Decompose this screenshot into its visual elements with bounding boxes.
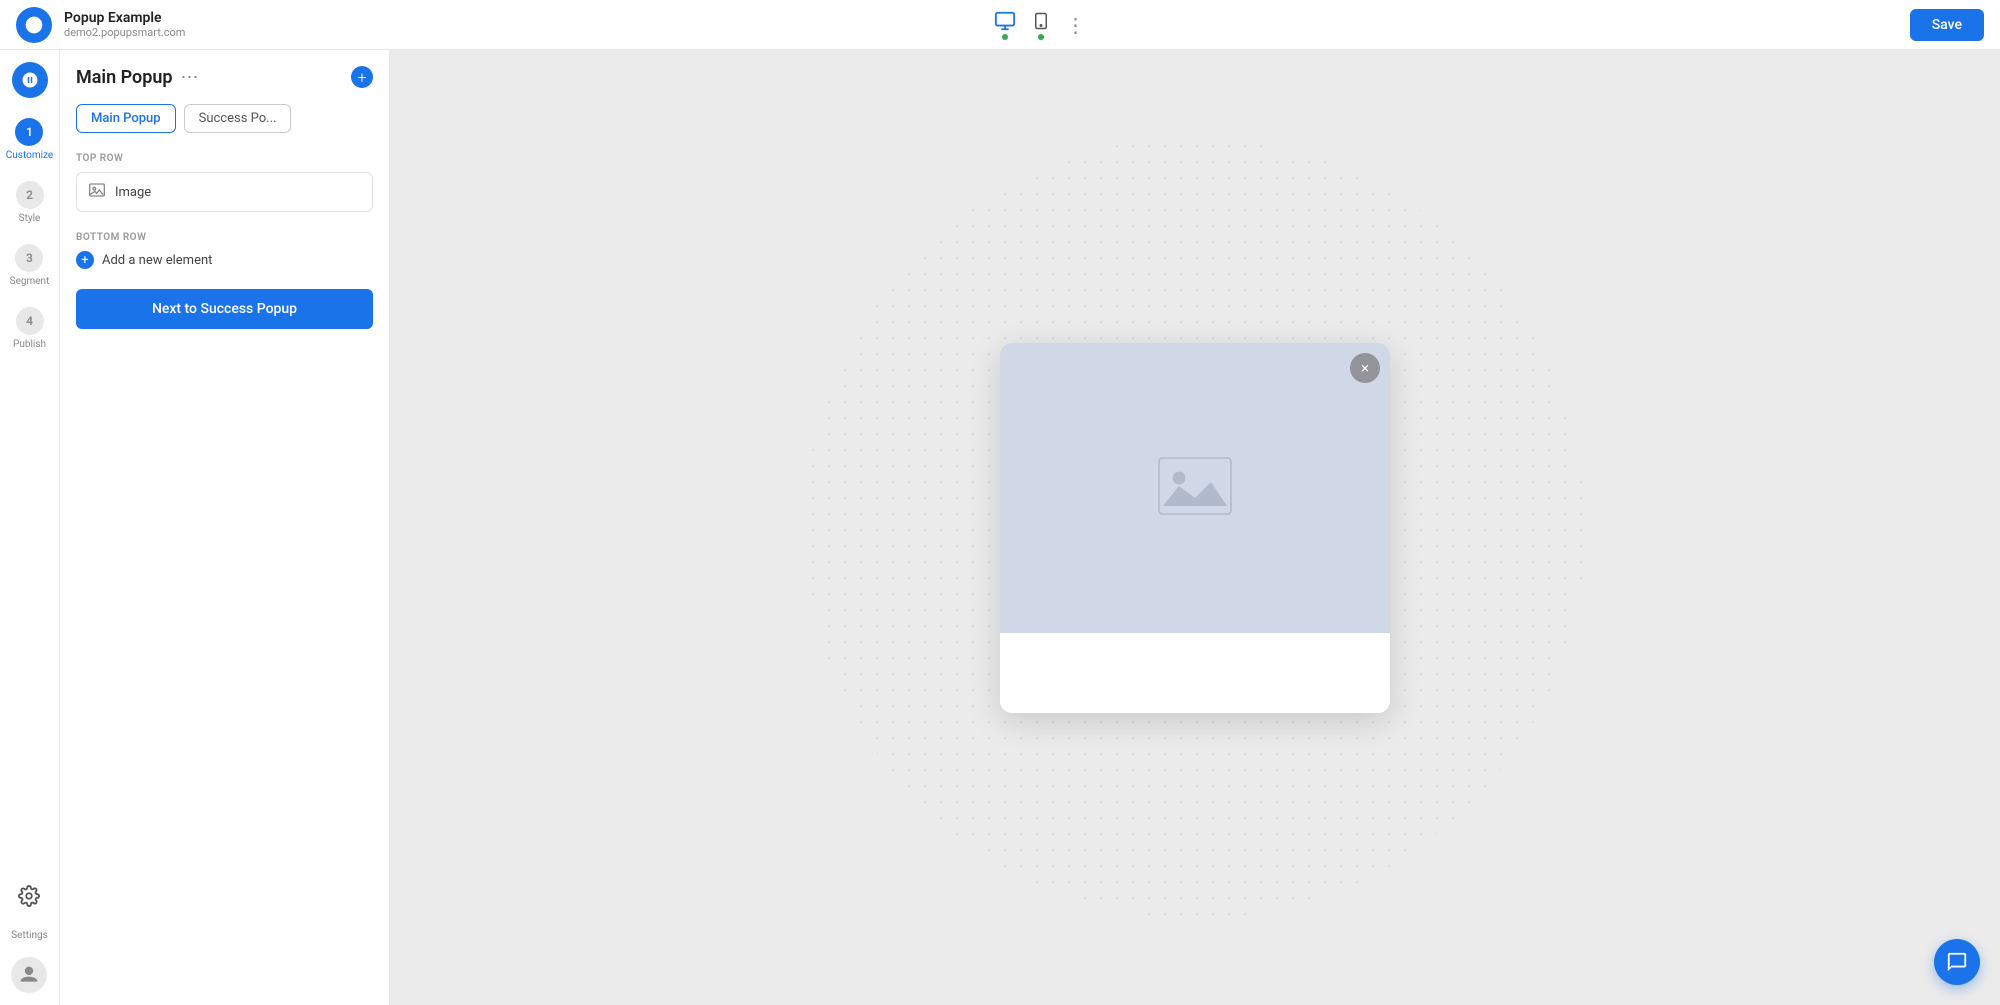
app-logo-btn[interactable]	[12, 62, 48, 98]
bottom-section: BOTTOM ROW + Add a new element	[76, 232, 373, 269]
mobile-active-dot	[1038, 34, 1044, 40]
next-success-popup-btn[interactable]: Next to Success Popup	[76, 289, 373, 329]
site-info: Popup Example demo2.popupsmart.com	[64, 10, 185, 39]
logo[interactable]	[16, 7, 52, 43]
popup-image-area	[1000, 343, 1390, 633]
tab-group: Main Popup Success Po...	[76, 104, 373, 133]
add-element-label: Add a new element	[102, 253, 212, 268]
image-row-item[interactable]: Image	[76, 172, 373, 212]
sidebar-title-row: Main Popup ⋯	[76, 67, 199, 88]
sidebar-title: Main Popup	[76, 67, 173, 88]
chat-bubble-btn[interactable]	[1934, 939, 1980, 985]
image-icon	[89, 183, 105, 201]
settings-nav-label: Settings	[11, 930, 48, 941]
site-name: Popup Example	[64, 10, 185, 26]
save-button[interactable]: Save	[1910, 9, 1984, 41]
mobile-device-btn[interactable]	[1032, 10, 1050, 40]
sidebar-header: Main Popup ⋯ +	[76, 66, 373, 88]
step-circle-1: 1	[15, 118, 43, 146]
sidebar-add-btn[interactable]: +	[351, 66, 373, 88]
add-element-icon: +	[76, 251, 94, 269]
tab-main-popup[interactable]: Main Popup	[76, 104, 176, 133]
add-element-btn[interactable]: + Add a new element	[76, 251, 373, 269]
nav-bottom: Settings	[11, 878, 48, 993]
site-url: demo2.popupsmart.com	[64, 26, 185, 39]
left-nav: 1 Customize 2 Style 3 Segment 4 Publish	[0, 50, 60, 1005]
nav-step-publish[interactable]: 4 Publish	[13, 307, 46, 350]
image-row-label: Image	[115, 185, 151, 200]
nav-step-segment[interactable]: 3 Segment	[10, 244, 50, 287]
nav-step-customize[interactable]: 1 Customize	[6, 118, 53, 161]
top-row-label: TOP ROW	[76, 153, 373, 164]
step-circle-2: 2	[16, 181, 44, 209]
step-label-2: Style	[19, 213, 41, 224]
nav-step-style[interactable]: 2 Style	[16, 181, 44, 224]
step-label-1: Customize	[6, 150, 53, 161]
desktop-active-dot	[1002, 34, 1008, 40]
step-circle-3: 3	[15, 244, 43, 272]
device-switcher: ⋮	[994, 10, 1086, 40]
main-canvas: ×	[390, 50, 2000, 1005]
bottom-row-label: BOTTOM ROW	[76, 232, 373, 243]
popup-close-btn[interactable]: ×	[1350, 353, 1380, 383]
desktop-device-btn[interactable]	[994, 10, 1016, 40]
more-options-btn[interactable]: ⋮	[1066, 13, 1086, 37]
top-header: Popup Example demo2.popupsmart.com ⋮ Sav…	[0, 0, 2000, 50]
popup-image-placeholder	[1155, 446, 1235, 530]
popup-bottom-area	[1000, 633, 1390, 713]
tab-success-popup[interactable]: Success Po...	[184, 104, 292, 133]
popup-preview: ×	[1000, 343, 1390, 713]
settings-nav-btn[interactable]	[11, 878, 47, 914]
sidebar-panel: Main Popup ⋯ + Main Popup Success Po... …	[60, 50, 390, 1005]
avatar-nav-btn[interactable]	[11, 957, 47, 993]
step-circle-4: 4	[16, 307, 44, 335]
step-label-4: Publish	[13, 339, 46, 350]
step-label-3: Segment	[10, 276, 50, 287]
sidebar-menu-btn[interactable]: ⋯	[181, 67, 199, 88]
